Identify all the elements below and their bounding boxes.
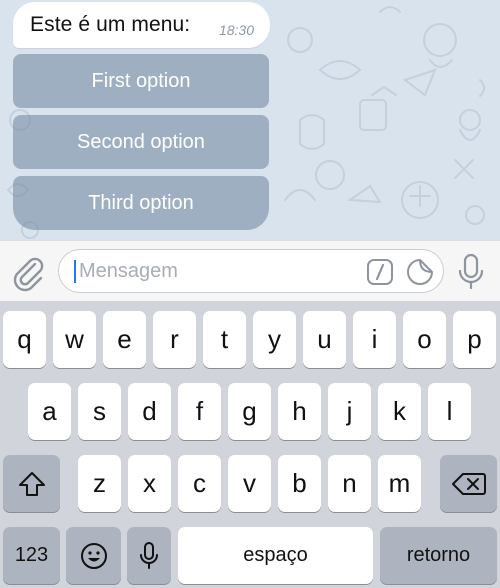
backspace-key[interactable] bbox=[440, 455, 497, 512]
key-b[interactable]: b bbox=[278, 455, 321, 512]
emoji-key[interactable] bbox=[66, 527, 121, 584]
chat-area: Este é um menu: 18:30 First option Secon… bbox=[0, 0, 500, 240]
message-text: Este é um menu: bbox=[30, 13, 191, 36]
key-h[interactable]: h bbox=[278, 383, 321, 440]
key-c[interactable]: c bbox=[178, 455, 221, 512]
key-a[interactable]: a bbox=[28, 383, 71, 440]
key-m[interactable]: m bbox=[378, 455, 421, 512]
key-n[interactable]: n bbox=[328, 455, 371, 512]
sticker-icon bbox=[407, 259, 433, 285]
key-k[interactable]: k bbox=[378, 383, 421, 440]
key-l[interactable]: l bbox=[428, 383, 471, 440]
key-o[interactable]: o bbox=[403, 311, 446, 368]
key-f[interactable]: f bbox=[178, 383, 221, 440]
message-input-placeholder: Mensagem bbox=[79, 260, 178, 282]
key-d[interactable]: d bbox=[128, 383, 171, 440]
numbers-key[interactable]: 123 bbox=[3, 527, 60, 584]
key-x[interactable]: x bbox=[128, 455, 171, 512]
key-j[interactable]: j bbox=[328, 383, 371, 440]
text-caret bbox=[74, 260, 76, 283]
key-z[interactable]: z bbox=[78, 455, 121, 512]
message-timestamp: 18:30 bbox=[218, 22, 254, 38]
key-r[interactable]: r bbox=[153, 311, 196, 368]
inline-option-first[interactable]: First option bbox=[13, 54, 269, 108]
system-keyboard: q w e r t y u i o p a s d f g h j k l z … bbox=[0, 301, 500, 588]
attach-button[interactable] bbox=[8, 252, 48, 292]
bot-commands-button[interactable] bbox=[366, 258, 394, 286]
shift-key[interactable] bbox=[3, 455, 60, 512]
microphone-icon bbox=[140, 541, 158, 569]
microphone-icon bbox=[458, 253, 484, 290]
slash-command-icon bbox=[367, 259, 393, 285]
message-input-bar: Mensagem bbox=[0, 240, 500, 301]
key-w[interactable]: w bbox=[53, 311, 96, 368]
emoji-icon bbox=[80, 542, 107, 569]
message-input[interactable]: Mensagem bbox=[58, 249, 444, 293]
key-u[interactable]: u bbox=[303, 311, 346, 368]
key-p[interactable]: p bbox=[453, 311, 496, 368]
paperclip-icon bbox=[13, 257, 44, 292]
inline-option-third[interactable]: Third option bbox=[13, 176, 269, 230]
key-v[interactable]: v bbox=[228, 455, 271, 512]
return-key[interactable]: retorno bbox=[380, 527, 497, 584]
sticker-button[interactable] bbox=[406, 258, 434, 286]
key-t[interactable]: t bbox=[203, 311, 246, 368]
key-g[interactable]: g bbox=[228, 383, 271, 440]
dictation-key[interactable] bbox=[127, 527, 171, 584]
key-i[interactable]: i bbox=[353, 311, 396, 368]
inline-option-second[interactable]: Second option bbox=[13, 115, 269, 169]
backspace-icon bbox=[451, 472, 486, 495]
key-e[interactable]: e bbox=[103, 311, 146, 368]
key-y[interactable]: y bbox=[253, 311, 296, 368]
space-key[interactable]: espaço bbox=[178, 527, 373, 584]
shift-icon bbox=[18, 471, 45, 496]
voice-message-button[interactable] bbox=[452, 251, 490, 291]
message-bubble: Este é um menu: 18:30 bbox=[13, 2, 270, 48]
key-q[interactable]: q bbox=[3, 311, 46, 368]
key-s[interactable]: s bbox=[78, 383, 121, 440]
